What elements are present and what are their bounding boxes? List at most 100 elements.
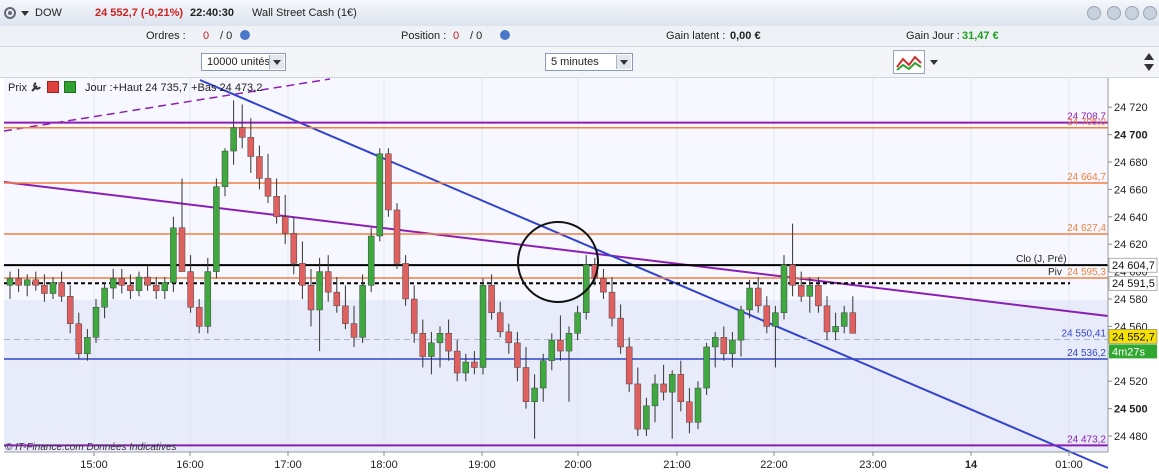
buy-arrow-icon[interactable]: [64, 81, 76, 93]
level-label: 24 595,3: [1067, 267, 1106, 278]
candle-body: [299, 263, 306, 286]
footer-note: © IT-Finance.com Données Indicatives: [5, 442, 177, 453]
candle-body: [565, 333, 573, 352]
candle-body: [651, 383, 659, 407]
level-label: 24 664,7: [1067, 172, 1106, 183]
candle-body: [772, 312, 779, 327]
candle-body: [101, 287, 108, 308]
y-tick-label: 24 660: [1114, 184, 1148, 196]
candle-body: [840, 312, 848, 327]
x-tick-label: 20:00: [564, 459, 592, 471]
candle-body: [66, 296, 74, 324]
x-tick-label: 01:00: [1055, 459, 1083, 471]
candle-body: [419, 333, 427, 357]
candle-body: [238, 127, 246, 138]
level-note: Clo (J, Pré): [1016, 254, 1067, 265]
candle-body: [135, 276, 143, 292]
candle-body: [832, 326, 839, 333]
candle-body: [376, 153, 384, 237]
price-chart[interactable]: 24 48024 50024 52024 54024 56024 58024 6…: [0, 0, 1159, 474]
candle-body: [557, 339, 564, 352]
y-tick-label: 24 500: [1114, 404, 1148, 416]
prix-label: Prix: [8, 82, 27, 94]
candle-body: [849, 312, 857, 334]
candle-body: [333, 291, 341, 307]
candle-body: [316, 271, 323, 311]
candle-body: [677, 374, 685, 403]
x-tick-label: 19:00: [468, 459, 496, 471]
candle-body: [746, 287, 753, 311]
candle-body: [462, 361, 470, 374]
candle-body: [75, 323, 83, 355]
candle-body: [58, 282, 65, 297]
candle-body: [806, 285, 814, 297]
candle-body: [15, 278, 22, 286]
candle-body: [522, 367, 530, 402]
candle-body: [479, 285, 487, 368]
candle-body: [531, 387, 538, 402]
y-tick-label: 24 480: [1114, 431, 1148, 443]
x-tick-label: 14: [965, 459, 978, 471]
level-label: 24 627,4: [1067, 223, 1106, 234]
candle-body: [823, 305, 831, 333]
candle-body: [307, 285, 315, 311]
candle-body: [256, 156, 263, 179]
wrench-icon[interactable]: [30, 81, 42, 93]
candle-body: [118, 278, 126, 286]
candle-body: [410, 298, 418, 334]
candle-body: [617, 317, 624, 348]
candle-body: [152, 285, 160, 292]
y-tick-label: 24 700: [1114, 130, 1148, 142]
candle-body: [178, 227, 186, 272]
candle-body: [539, 360, 547, 389]
y-tick-label: 24 720: [1114, 102, 1148, 114]
candle-body: [264, 178, 272, 197]
candle-body: [49, 282, 57, 294]
candle-body: [780, 264, 788, 313]
candle-body: [195, 306, 203, 327]
level-label: 24 536,2: [1067, 348, 1106, 359]
plot-gradient: [4, 300, 1108, 452]
x-tick-label: 17:00: [274, 459, 302, 471]
candle-body: [428, 342, 435, 357]
candle-body: [204, 271, 212, 327]
candle-body: [161, 282, 169, 292]
candle-body: [393, 209, 401, 264]
current-price-tag: 24 552,7: [1112, 331, 1155, 343]
candle-body: [127, 285, 134, 292]
level-label: 24 705,0: [1067, 117, 1106, 128]
sell-arrow-icon[interactable]: [47, 81, 59, 93]
level-label: 24 550,41: [1062, 329, 1107, 340]
candle-body: [445, 333, 452, 352]
candle-body: [350, 323, 358, 338]
candle-body: [385, 153, 392, 211]
candle-body: [41, 285, 48, 294]
close-price-tag: 24 604,7: [1112, 260, 1155, 272]
candle-body: [514, 342, 521, 368]
day-range-label: Jour :+Haut 24 735,7 +Bas 24 473,2: [85, 82, 263, 94]
candle-body: [109, 278, 117, 289]
candle-body: [643, 405, 650, 430]
candle-body: [359, 285, 366, 338]
x-tick-label: 21:00: [663, 459, 691, 471]
candle-body: [290, 232, 298, 264]
candle-body: [6, 278, 14, 286]
candle-body: [815, 285, 822, 307]
candle-body: [187, 271, 194, 308]
candle-body: [92, 306, 100, 338]
candle-body: [496, 312, 504, 333]
candle-body: [660, 383, 667, 393]
candle-body: [402, 263, 409, 300]
y-tick-label: 24 520: [1114, 376, 1148, 388]
candle-body: [342, 305, 349, 324]
level-note: Piv: [1048, 267, 1062, 278]
x-tick-label: 16:00: [176, 459, 204, 471]
candle-body: [273, 196, 280, 218]
candle-body: [548, 339, 556, 361]
candle-body: [230, 127, 237, 152]
candle-body: [144, 276, 151, 286]
candle-body: [729, 339, 736, 355]
x-tick-label: 23:00: [859, 459, 887, 471]
candle-body: [668, 374, 676, 393]
x-tick-label: 22:00: [760, 459, 788, 471]
